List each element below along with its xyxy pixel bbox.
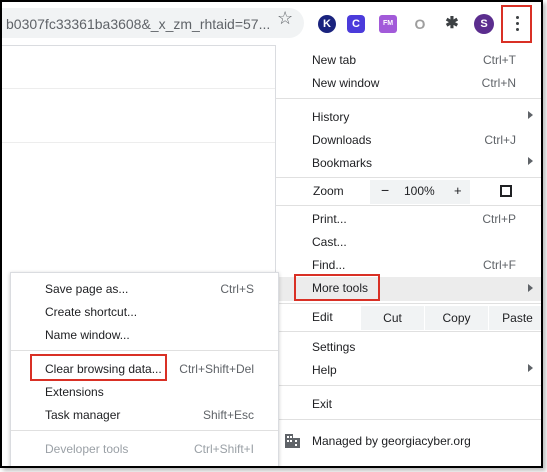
edit-label: Edit <box>312 310 333 324</box>
menu-item-help[interactable]: Help <box>276 359 541 381</box>
copy-button[interactable]: Copy <box>425 306 488 330</box>
address-bar-text[interactable]: b0307fc33361ba3608&_x_zm_rhtaid=57... <box>6 16 270 32</box>
browser-window: b0307fc33361ba3608&_x_zm_rhtaid=57... ☆ … <box>0 0 543 468</box>
menu-item-shortcut: Shift+Esc <box>202 408 254 422</box>
fullscreen-icon[interactable] <box>500 185 512 197</box>
menu-item-label: Find... <box>312 258 346 272</box>
menu-item-shortcut: Ctrl+T <box>483 53 516 67</box>
clear-browsing-data-highlight <box>30 354 167 381</box>
zoom-out-button[interactable]: − <box>381 182 389 198</box>
menu-item-label: Task manager <box>45 408 121 422</box>
menu-item-label: Bookmarks <box>312 156 373 170</box>
more-tools-submenu: Save page as... Ctrl+S Create shortcut..… <box>10 272 279 466</box>
menu-separator <box>276 205 541 206</box>
menu-item-settings[interactable]: Settings <box>276 336 541 358</box>
submenu-arrow-icon <box>528 157 533 165</box>
menu-item-managed[interactable]: Managed by georgiacyber.org <box>276 430 541 452</box>
menu-item-label: New tab <box>312 53 357 67</box>
menu-item-shortcut: Ctrl+J <box>484 133 516 147</box>
menu-button-highlight[interactable] <box>501 5 532 43</box>
menu-item-label: Downloads <box>312 133 372 147</box>
menu-item-new-window[interactable]: New window Ctrl+N <box>276 72 541 94</box>
submenu-item-task-manager[interactable]: Task manager Shift+Esc <box>11 404 278 426</box>
address-bar[interactable]: b0307fc33361ba3608&_x_zm_rhtaid=57... <box>2 8 304 38</box>
menu-item-downloads[interactable]: Downloads Ctrl+J <box>276 129 541 151</box>
more-tools-highlight <box>294 274 380 301</box>
bookmark-star-icon[interactable]: ☆ <box>277 8 293 29</box>
menu-separator <box>11 430 278 431</box>
menu-separator <box>276 98 541 99</box>
menu-item-label: Exit <box>312 397 333 411</box>
puzzle-purple-extension-icon[interactable]: FM <box>379 15 397 33</box>
menu-item-print[interactable]: Print... Ctrl+P <box>276 208 541 230</box>
menu-item-label: Settings <box>312 340 356 354</box>
menu-item-shortcut: Ctrl+P <box>482 212 516 226</box>
submenu-item-developer-tools[interactable]: Developer tools Ctrl+Shift+I <box>11 438 278 460</box>
submenu-item-extensions[interactable]: Extensions <box>11 381 278 403</box>
menu-row-edit: Edit Cut Copy Paste <box>276 306 541 330</box>
menu-item-shortcut: Ctrl+S <box>220 282 254 296</box>
menu-separator <box>276 419 541 420</box>
menu-item-cast[interactable]: Cast... <box>276 231 541 253</box>
submenu-item-create-shortcut[interactable]: Create shortcut... <box>11 301 278 323</box>
menu-separator <box>276 385 541 386</box>
menu-item-label: Managed by georgiacyber.org <box>312 434 471 448</box>
submenu-arrow-icon <box>528 364 533 372</box>
extensions-puzzle-icon[interactable]: ✱ <box>443 15 461 33</box>
cut-button[interactable]: Cut <box>361 306 424 330</box>
submenu-arrow-icon <box>528 111 533 119</box>
chrome-main-menu: New tab Ctrl+T New window Ctrl+N History… <box>275 45 541 466</box>
zoom-in-button[interactable]: + <box>454 183 462 198</box>
menu-item-shortcut: Ctrl+Shift+Del <box>179 362 254 376</box>
submenu-item-name-window[interactable]: Name window... <box>11 324 278 346</box>
menu-item-label: Name window... <box>45 328 130 342</box>
menu-separator <box>11 350 278 351</box>
menu-item-new-tab[interactable]: New tab Ctrl+T <box>276 49 541 71</box>
office-extension-icon[interactable]: O <box>411 15 429 33</box>
menu-item-find[interactable]: Find... Ctrl+F <box>276 254 541 276</box>
menu-item-shortcut: Ctrl+F <box>483 258 516 272</box>
menu-item-shortcut: Ctrl+Shift+I <box>193 442 254 456</box>
k-extension-icon[interactable]: K <box>318 15 336 33</box>
menu-item-label: Save page as... <box>45 282 129 296</box>
menu-item-shortcut: Ctrl+N <box>481 76 516 90</box>
zoom-label: Zoom <box>313 184 344 198</box>
menu-separator <box>276 177 541 178</box>
building-icon <box>285 434 300 448</box>
browser-toolbar: b0307fc33361ba3608&_x_zm_rhtaid=57... ☆ … <box>2 2 541 46</box>
menu-item-label: New window <box>312 76 380 90</box>
submenu-item-save-page[interactable]: Save page as... Ctrl+S <box>11 278 278 300</box>
c-extension-icon[interactable]: C <box>347 15 365 33</box>
menu-item-label: Print... <box>312 212 347 226</box>
kebab-menu-icon[interactable] <box>510 13 524 35</box>
menu-item-exit[interactable]: Exit <box>276 393 541 415</box>
page-divider <box>2 142 275 143</box>
paste-button[interactable]: Paste <box>489 306 541 330</box>
menu-item-history[interactable]: History <box>276 106 541 128</box>
menu-item-label: History <box>312 110 350 124</box>
menu-item-label: Developer tools <box>45 442 129 456</box>
menu-item-label: Create shortcut... <box>45 305 138 319</box>
profile-avatar[interactable]: S <box>474 14 494 34</box>
menu-row-zoom: Zoom − 100% + <box>276 180 541 204</box>
page-divider <box>2 88 275 89</box>
menu-item-label: Cast... <box>312 235 347 249</box>
menu-item-bookmarks[interactable]: Bookmarks <box>276 152 541 174</box>
menu-separator <box>276 331 541 332</box>
menu-separator <box>276 303 541 304</box>
zoom-level: 100% <box>404 184 435 198</box>
menu-item-label: Extensions <box>45 385 104 399</box>
menu-item-label: Help <box>312 363 337 377</box>
submenu-arrow-icon <box>528 284 533 292</box>
